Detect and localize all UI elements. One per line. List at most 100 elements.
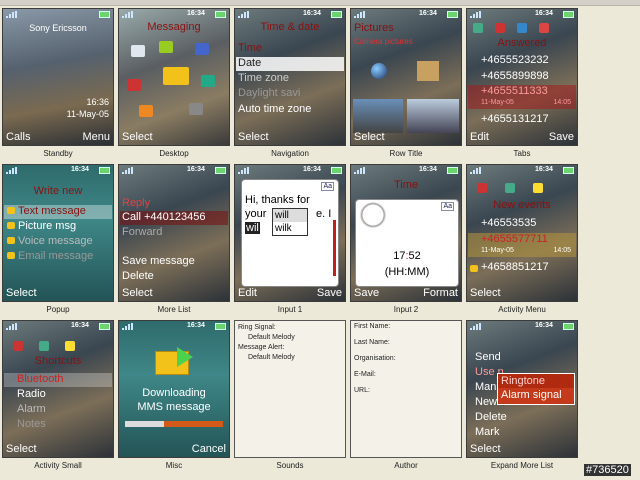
suggestion-item[interactable]: wilk	[273, 222, 307, 235]
menu-item[interactable]: Notes	[17, 418, 46, 430]
tab-icon[interactable]	[39, 341, 49, 351]
battery-icon	[563, 167, 574, 174]
preview-navigation[interactable]: 16:34 Time & date Time Date Time zone Da…	[234, 8, 346, 160]
left-softkey[interactable]: Select	[122, 287, 153, 299]
thumbnail-image[interactable]	[353, 99, 403, 133]
menu-item[interactable]: Forward	[122, 226, 162, 238]
standby-clock: 16:36	[86, 97, 109, 107]
submenu-popup[interactable]: Ringtone Alarm signal	[497, 373, 575, 405]
word-suggestions[interactable]: will wilk	[272, 208, 308, 236]
menu-item[interactable]: Daylight savi	[238, 87, 300, 99]
menu-item[interactable]: Time zone	[238, 72, 289, 84]
battery-icon	[447, 11, 458, 18]
preview-caption: Desktop	[159, 149, 189, 158]
clock-icon	[360, 202, 386, 228]
menu-item[interactable]: Bluetooth	[17, 373, 63, 385]
tab-icon[interactable]	[505, 183, 515, 193]
right-softkey[interactable]: Format	[423, 287, 458, 299]
tab-icon[interactable]	[473, 23, 483, 33]
menu-item[interactable]: Time	[238, 42, 262, 54]
left-softkey[interactable]: Edit	[470, 131, 489, 143]
preview-author[interactable]: First Name: Last Name: Organisation: E-M…	[350, 320, 462, 472]
preview-activity-small[interactable]: 16:34 Shortcuts Bluetooth Radio Alarm No…	[2, 320, 114, 472]
field-value[interactable]: Default Melody	[238, 353, 295, 363]
left-softkey[interactable]: Select	[238, 131, 269, 143]
event-entry[interactable]: +4658851217	[481, 261, 549, 273]
preview-desktop[interactable]: 16:34 Messaging Select Desktop	[118, 8, 230, 160]
tab-icon[interactable]	[495, 23, 505, 33]
left-softkey[interactable]: Select	[122, 131, 153, 143]
tab-icon[interactable]	[477, 183, 487, 193]
menu-item[interactable]: Mark	[475, 426, 499, 438]
screen-title: New events	[493, 199, 551, 211]
right-softkey[interactable]: Save	[317, 287, 342, 299]
call-entry[interactable]: +4655899898	[481, 70, 549, 82]
screen-title: Time & date	[260, 21, 320, 33]
left-softkey[interactable]: Select	[470, 287, 501, 299]
menu-item[interactable]: New	[475, 396, 497, 408]
star-icon[interactable]	[65, 341, 75, 351]
menu-item[interactable]: Man	[475, 381, 496, 393]
menu-item[interactable]: Reply	[122, 197, 150, 209]
call-entry-selected[interactable]: +4655511333	[481, 85, 548, 97]
menu-item[interactable]: Voice message	[18, 235, 93, 247]
call-entry[interactable]: +4655523232	[481, 54, 549, 66]
envelope-icon	[7, 237, 15, 244]
event-entry[interactable]: +46553535	[481, 217, 536, 229]
star-icon[interactable]	[533, 183, 543, 193]
field-label: Message Alert:	[238, 344, 285, 351]
left-softkey[interactable]: Select	[6, 443, 37, 455]
preview-misc[interactable]: 16:34 Downloading MMS message Cancel Mis…	[118, 320, 230, 472]
preview-input-1[interactable]: 16:34 Aa Hi, thanks for your e. I wil wi…	[234, 164, 346, 316]
tab-icon[interactable]	[13, 341, 23, 351]
left-softkey[interactable]: Calls	[6, 131, 30, 143]
right-softkey[interactable]: Cancel	[192, 443, 226, 455]
left-softkey[interactable]: Select	[470, 443, 501, 455]
menu-item[interactable]: Email message	[18, 250, 93, 262]
left-softkey[interactable]: Save	[354, 287, 379, 299]
preview-standby[interactable]: Sony Ericsson 16:36 11-May-05 Calls Menu…	[2, 8, 114, 160]
preview-sounds[interactable]: Ring Signal: Default Melody Message Aler…	[234, 320, 346, 472]
left-softkey[interactable]: Edit	[238, 287, 257, 299]
tab-icon[interactable]	[539, 23, 549, 33]
time-input-area[interactable]: Aa 17:52 (HH:MM)	[355, 199, 459, 287]
preview-more-list[interactable]: 16:34 Reply Call +440123456 Forward Save…	[118, 164, 230, 316]
left-softkey[interactable]: Select	[6, 287, 37, 299]
brand-title: Sony Ericsson	[29, 23, 87, 33]
menu-item[interactable]: Text message	[18, 205, 86, 217]
envelope-icon	[163, 67, 189, 85]
preview-row-title[interactable]: 16:34 Pictures Camera pictures Select Ro…	[350, 8, 462, 160]
menu-item[interactable]: Auto time zone	[238, 103, 311, 115]
preview-tabs[interactable]: 16:34 Answered +4655523232 +4655899898 +…	[466, 8, 578, 160]
thumbnail-image[interactable]	[407, 99, 459, 133]
menu-item-selected[interactable]: Date	[238, 57, 261, 69]
preview-popup[interactable]: 16:34 Write new Text message Picture msg…	[2, 164, 114, 316]
submenu-item[interactable]: Ringtone	[498, 374, 574, 388]
menu-item[interactable]: Picture msg	[18, 220, 76, 232]
menu-item[interactable]: Delete	[475, 411, 507, 423]
menu-item[interactable]: Send	[475, 351, 501, 363]
menu-item[interactable]: Radio	[17, 388, 46, 400]
call-entry[interactable]: +4655131217	[481, 113, 549, 125]
scrollbar[interactable]	[333, 220, 336, 276]
menu-item[interactable]: Save message	[122, 255, 195, 267]
preview-expand-more-list[interactable]: 16:34 Send Use n Man New Delete Mark Rin…	[466, 320, 578, 472]
preview-activity-menu[interactable]: 16:34 New events +46553535 +4655577711 1…	[466, 164, 578, 316]
tab-icon[interactable]	[517, 23, 527, 33]
preview-input-2[interactable]: 16:34 Time Aa 17:52 (HH:MM) Save Format …	[350, 164, 462, 316]
field-value[interactable]: Default Melody	[238, 333, 295, 343]
event-entry-selected[interactable]: +4655577711	[481, 233, 548, 245]
right-softkey[interactable]: Save	[549, 131, 574, 143]
envelope-icon	[7, 252, 15, 259]
submenu-item[interactable]: Alarm signal	[498, 388, 574, 402]
suggestion-item[interactable]: will	[273, 209, 307, 222]
preview-caption: Tabs	[513, 149, 531, 158]
message-text-area[interactable]: Aa Hi, thanks for your e. I wil will wil…	[241, 179, 339, 287]
right-softkey[interactable]: Menu	[82, 131, 110, 143]
menu-item[interactable]: Alarm	[17, 403, 46, 415]
phone-screen: 16:34 Messaging Select	[118, 8, 230, 146]
left-softkey[interactable]: Select	[354, 131, 385, 143]
menu-item[interactable]: Delete	[122, 270, 154, 282]
battery-icon	[447, 167, 458, 174]
menu-item-selected[interactable]: Call +440123456	[122, 211, 206, 223]
